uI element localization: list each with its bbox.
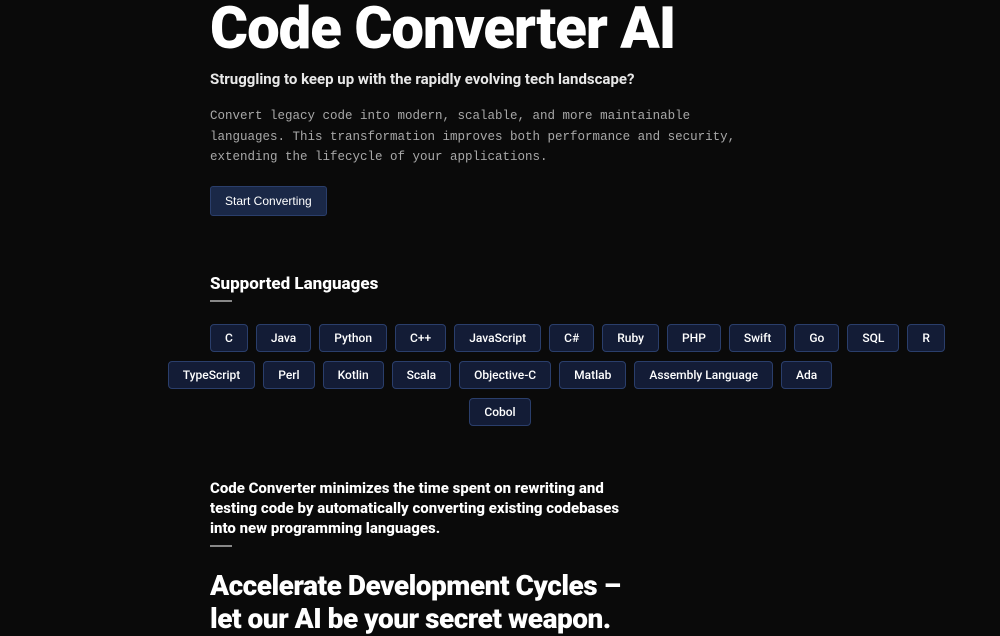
language-pill[interactable]: C++ <box>395 324 446 352</box>
language-pill[interactable]: SQL <box>847 324 899 352</box>
language-pill[interactable]: C <box>210 324 248 352</box>
accelerate-line-1: Accelerate Development Cycles – <box>210 569 790 603</box>
language-pill[interactable]: Scala <box>392 361 452 389</box>
language-pill[interactable]: Assembly Language <box>634 361 773 389</box>
language-pill[interactable]: Cobol <box>469 398 530 426</box>
benefit-underline <box>210 545 232 547</box>
accelerate-heading: Accelerate Development Cycles – let our … <box>210 569 790 636</box>
accelerate-line-2: let our AI be your secret weapon. <box>210 602 790 636</box>
hero-subtitle: Struggling to keep up with the rapidly e… <box>210 70 790 88</box>
language-pill[interactable]: JavaScript <box>454 324 541 352</box>
language-pill[interactable]: Perl <box>263 361 314 389</box>
language-pill[interactable]: TypeScript <box>168 361 256 389</box>
language-pill[interactable]: Swift <box>729 324 786 352</box>
language-pill[interactable]: PHP <box>667 324 721 352</box>
language-pill[interactable]: Java <box>256 324 311 352</box>
language-pill[interactable]: R <box>907 324 945 352</box>
language-pill[interactable]: Ruby <box>602 324 659 352</box>
language-pill[interactable]: C# <box>549 324 594 352</box>
supported-languages-heading: Supported Languages <box>210 274 790 294</box>
language-pill[interactable]: Matlab <box>559 361 626 389</box>
language-pill[interactable]: Objective-C <box>459 361 551 389</box>
hero-description: Convert legacy code into modern, scalabl… <box>210 106 770 168</box>
start-converting-button[interactable]: Start Converting <box>210 186 327 216</box>
language-pill[interactable]: Python <box>319 324 387 352</box>
language-pill[interactable]: Ada <box>781 361 832 389</box>
page-title: Code Converter AI <box>210 0 790 58</box>
languages-list: CJavaPythonC++JavaScriptC#RubyPHPSwiftGo… <box>210 324 790 426</box>
language-pill[interactable]: Kotlin <box>323 361 384 389</box>
heading-underline <box>210 300 232 302</box>
benefit-text: Code Converter minimizes the time spent … <box>210 478 640 539</box>
language-pill[interactable]: Go <box>794 324 839 352</box>
